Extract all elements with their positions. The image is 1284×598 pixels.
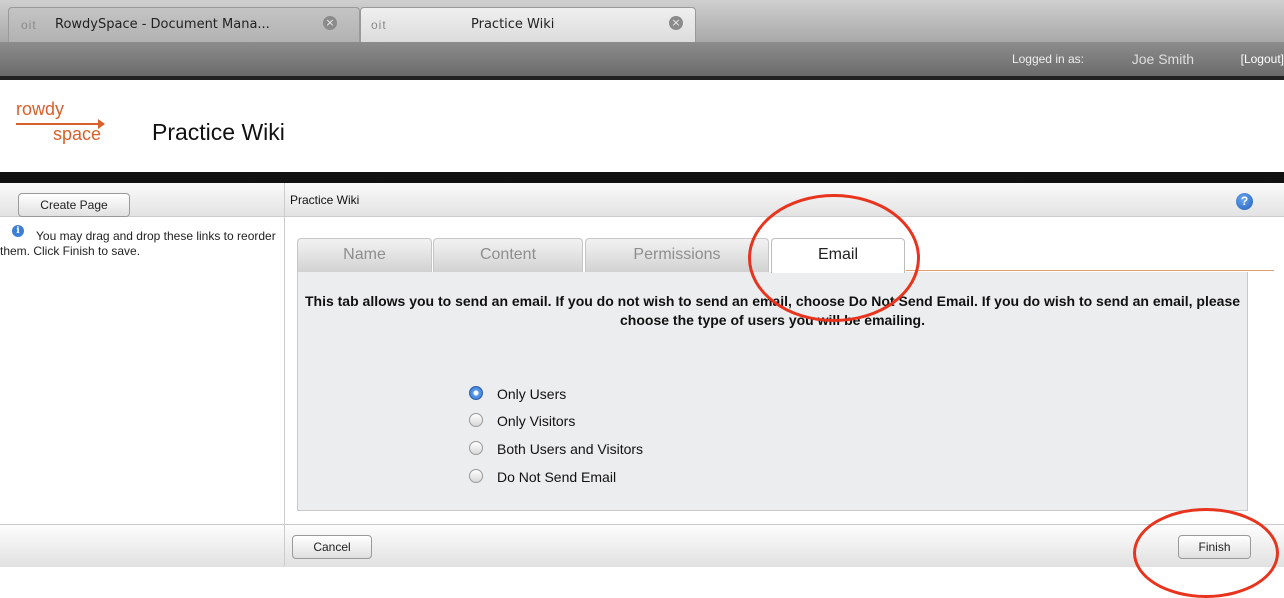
browser-tab-rowdyspace[interactable]: oit RowdySpace - Document Mana... × <box>8 7 360 42</box>
browser-tab-title: Practice Wiki <box>471 17 555 32</box>
footer-bar <box>0 524 1284 567</box>
user-name: Joe Smith <box>1131 51 1194 67</box>
divider <box>0 76 1284 80</box>
logged-in-label: Logged in as: <box>1011 52 1084 66</box>
tab-content[interactable]: Content <box>433 238 583 272</box>
option-label: Do Not Send Email <box>497 469 617 485</box>
close-icon[interactable]: × <box>323 16 337 30</box>
radio-button[interactable] <box>469 441 483 455</box>
create-page-button[interactable]: Create Page <box>18 193 130 217</box>
radio-button[interactable] <box>469 386 483 400</box>
sidebar-hint: You may drag and drop these links to reo… <box>0 229 276 258</box>
tab-name[interactable]: Name <box>297 238 432 272</box>
browser-tab-practice-wiki[interactable]: oit Practice Wiki × <box>360 7 696 42</box>
tab-underline <box>906 270 1274 271</box>
annotation-circle-finish <box>1133 508 1279 598</box>
logo-text-bottom: space <box>53 124 102 144</box>
page-title: Practice Wiki <box>290 193 360 207</box>
radio-button[interactable] <box>469 413 483 427</box>
site-title: Practice Wiki <box>152 119 285 145</box>
option-label: Both Users and Visitors <box>497 441 644 457</box>
option-label: Only Visitors <box>497 413 576 429</box>
info-icon: i <box>12 225 24 237</box>
help-icon[interactable]: ? <box>1236 193 1253 210</box>
close-icon[interactable]: × <box>669 16 683 30</box>
logout-link[interactable]: [Logout] <box>1241 52 1284 66</box>
annotation-circle-email <box>748 194 920 322</box>
oit-logo-icon: oit <box>371 18 387 32</box>
browser-tab-title: RowdySpace - Document Mana... <box>55 17 270 32</box>
header-divider <box>0 172 1284 183</box>
option-label: Only Users <box>497 386 567 402</box>
rowdyspace-logo: rowdy space <box>16 99 116 159</box>
tab-permissions[interactable]: Permissions <box>585 238 769 272</box>
cancel-button[interactable]: Cancel <box>292 535 372 559</box>
session-bar: Logged in as: Joe Smith [Logout] <box>0 42 1284 76</box>
oit-logo-icon: oit <box>21 18 37 32</box>
footer-divider <box>284 524 285 566</box>
logo-text-top: rowdy <box>16 99 65 119</box>
radio-button[interactable] <box>469 469 483 483</box>
